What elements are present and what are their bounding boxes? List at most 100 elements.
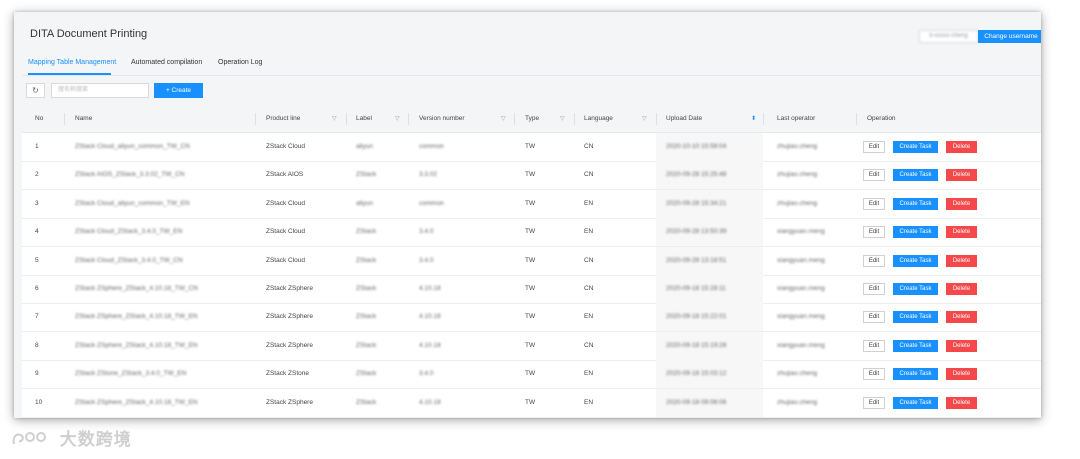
create-task-button[interactable]: Create Task	[893, 197, 938, 210]
cell-type: TW	[525, 285, 536, 292]
change-username-button[interactable]: Change username	[978, 30, 1041, 43]
cell-last-operator: zhujiao.cheng	[777, 398, 818, 406]
table-header: No Name Product line ▽ Label ▽ Version n…	[22, 106, 1041, 133]
cell-name: ZStack ZSphere_ZStack_4.10.18_TW_CN	[75, 285, 198, 292]
cell-language: EN	[584, 228, 594, 236]
filter-icon: ▽	[501, 116, 506, 122]
edit-button[interactable]: Edit	[863, 368, 885, 381]
username-field[interactable]: ti-xxxxx-cheng	[919, 30, 978, 43]
mapping-table: No Name Product line ▽ Label ▽ Version n…	[22, 106, 1041, 418]
table-row: 9 ZStack ZStone_ZStack_3.4.0_TW_EN ZStack …	[22, 360, 1041, 390]
cell-label: ZStack	[356, 256, 377, 264]
cell-upload-date: 2020-09-18 15:03:12	[666, 370, 727, 378]
filter-icon: ▽	[642, 116, 647, 122]
cell-name: ZStack ZSphere_ZStack_4.10.18_TW_EN	[75, 398, 198, 406]
create-task-button[interactable]: Create Task	[893, 339, 938, 352]
cell-product-line: ZStack ZSphere	[266, 285, 313, 292]
create-task-button[interactable]: Create Task	[893, 368, 938, 381]
col-header-type: Type	[525, 115, 540, 122]
delete-button[interactable]: Delete	[946, 226, 977, 239]
create-task-button[interactable]: Create Task	[893, 169, 938, 182]
edit-button[interactable]: Edit	[863, 197, 885, 210]
edit-button[interactable]: Edit	[863, 283, 885, 295]
col-header-upload-date: Upload Date	[666, 115, 703, 122]
tab-operation-log[interactable]: Operation Log	[218, 59, 262, 66]
delete-button[interactable]: Delete	[946, 311, 977, 324]
cell-product-line: ZStack Cloud	[266, 143, 306, 150]
delete-button[interactable]: Delete	[946, 169, 977, 182]
cell-version-number: 4.10.18	[419, 313, 441, 321]
cell-upload-date: 2020-09-28 13:18:51	[666, 256, 727, 264]
cell-name: ZStack ZSphere_ZStack_4.10.18_TW_EN	[75, 341, 198, 349]
delete-button[interactable]: Delete	[946, 197, 977, 210]
cell-product-line: ZStack ZStone	[266, 370, 309, 378]
create-task-button[interactable]: Create Task	[893, 141, 938, 153]
cell-type: TW	[525, 398, 536, 406]
cell-upload-date: 2020-09-28 15:25:48	[666, 171, 727, 179]
cell-last-operator: xiangyuan.meng	[777, 228, 825, 236]
col-header-language: Language	[584, 115, 613, 122]
table-row: 6 ZStack ZSphere_ZStack_4.10.18_TW_CN ZSta…	[22, 275, 1041, 304]
delete-button[interactable]: Delete	[946, 283, 977, 295]
refresh-button[interactable]: ↻	[26, 83, 45, 98]
cell-product-line: ZStack ZSphere	[266, 341, 313, 349]
cell-version-number: 3.4.0	[419, 370, 434, 378]
watermark: 大数跨境	[10, 425, 132, 450]
cell-upload-date: 2020-10-10 15:58:04	[666, 143, 727, 150]
edit-button[interactable]: Edit	[863, 169, 885, 182]
refresh-icon: ↻	[32, 86, 39, 95]
cell-last-operator: zhujiao.cheng	[777, 143, 818, 150]
col-header-label: Label	[356, 115, 372, 122]
col-separator	[346, 113, 347, 125]
cell-version-number: 4.10.18	[419, 341, 441, 349]
delete-button[interactable]: Delete	[946, 141, 977, 153]
cell-product-line: ZStack Cloud	[266, 199, 306, 207]
cell-last-operator: xiangyuan.meng	[777, 256, 825, 264]
table-row: 2 ZStack AIOS_ZStack_3.3.02_TW_CN ZStack A…	[22, 161, 1041, 191]
cell-type: TW	[525, 256, 536, 264]
cell-no: 2	[35, 171, 39, 179]
cell-last-operator: zhujiao.cheng	[777, 171, 818, 179]
delete-button[interactable]: Delete	[946, 254, 977, 267]
delete-button[interactable]: Delete	[946, 396, 977, 409]
col-header-product-line: Product line	[266, 115, 301, 122]
col-separator	[255, 113, 256, 125]
cell-no: 8	[35, 341, 39, 349]
edit-button[interactable]: Edit	[863, 226, 885, 239]
create-task-button[interactable]: Create Task	[893, 396, 938, 409]
create-button[interactable]: + Create	[154, 83, 203, 98]
create-task-button[interactable]: Create Task	[893, 254, 938, 267]
cell-name: ZStack AIOS_ZStack_3.3.02_TW_CN	[75, 171, 185, 179]
create-task-button[interactable]: Create Task	[893, 311, 938, 324]
edit-button[interactable]: Edit	[863, 311, 885, 324]
cell-no: 3	[35, 199, 39, 207]
create-task-button[interactable]: Create Task	[893, 226, 938, 239]
cell-no: 6	[35, 285, 39, 292]
sort-icon: ⬍	[751, 116, 757, 122]
cell-name: ZStack Cloud_aliyun_common_TW_EN	[75, 199, 190, 207]
edit-button[interactable]: Edit	[863, 396, 885, 409]
cell-type: TW	[525, 171, 536, 179]
cell-last-operator: zhujiao.cheng	[777, 370, 818, 378]
tab-automated-compilation[interactable]: Automated compilation	[131, 59, 202, 66]
col-header-name: Name	[75, 115, 93, 122]
cell-label: ZStack	[356, 228, 377, 236]
cell-no: 9	[35, 370, 39, 378]
cell-type: TW	[525, 313, 536, 321]
cell-no: 1	[35, 143, 39, 150]
cell-version-number: 3.4.0	[419, 228, 434, 236]
create-task-button[interactable]: Create Task	[893, 283, 938, 295]
delete-button[interactable]: Delete	[946, 339, 977, 352]
edit-button[interactable]: Edit	[863, 141, 885, 153]
cell-label: aliyun	[356, 199, 373, 207]
cell-language: EN	[584, 398, 594, 406]
cell-type: TW	[525, 143, 536, 150]
search-input[interactable]: 搜名称搜索	[51, 83, 149, 98]
col-separator	[64, 113, 65, 125]
watermark-logo-icon	[12, 431, 46, 444]
edit-button[interactable]: Edit	[863, 339, 885, 352]
tab-mapping-table-management[interactable]: Mapping Table Management	[28, 59, 116, 66]
edit-button[interactable]: Edit	[863, 254, 885, 267]
cell-language: EN	[584, 313, 594, 321]
delete-button[interactable]: Delete	[946, 368, 977, 381]
